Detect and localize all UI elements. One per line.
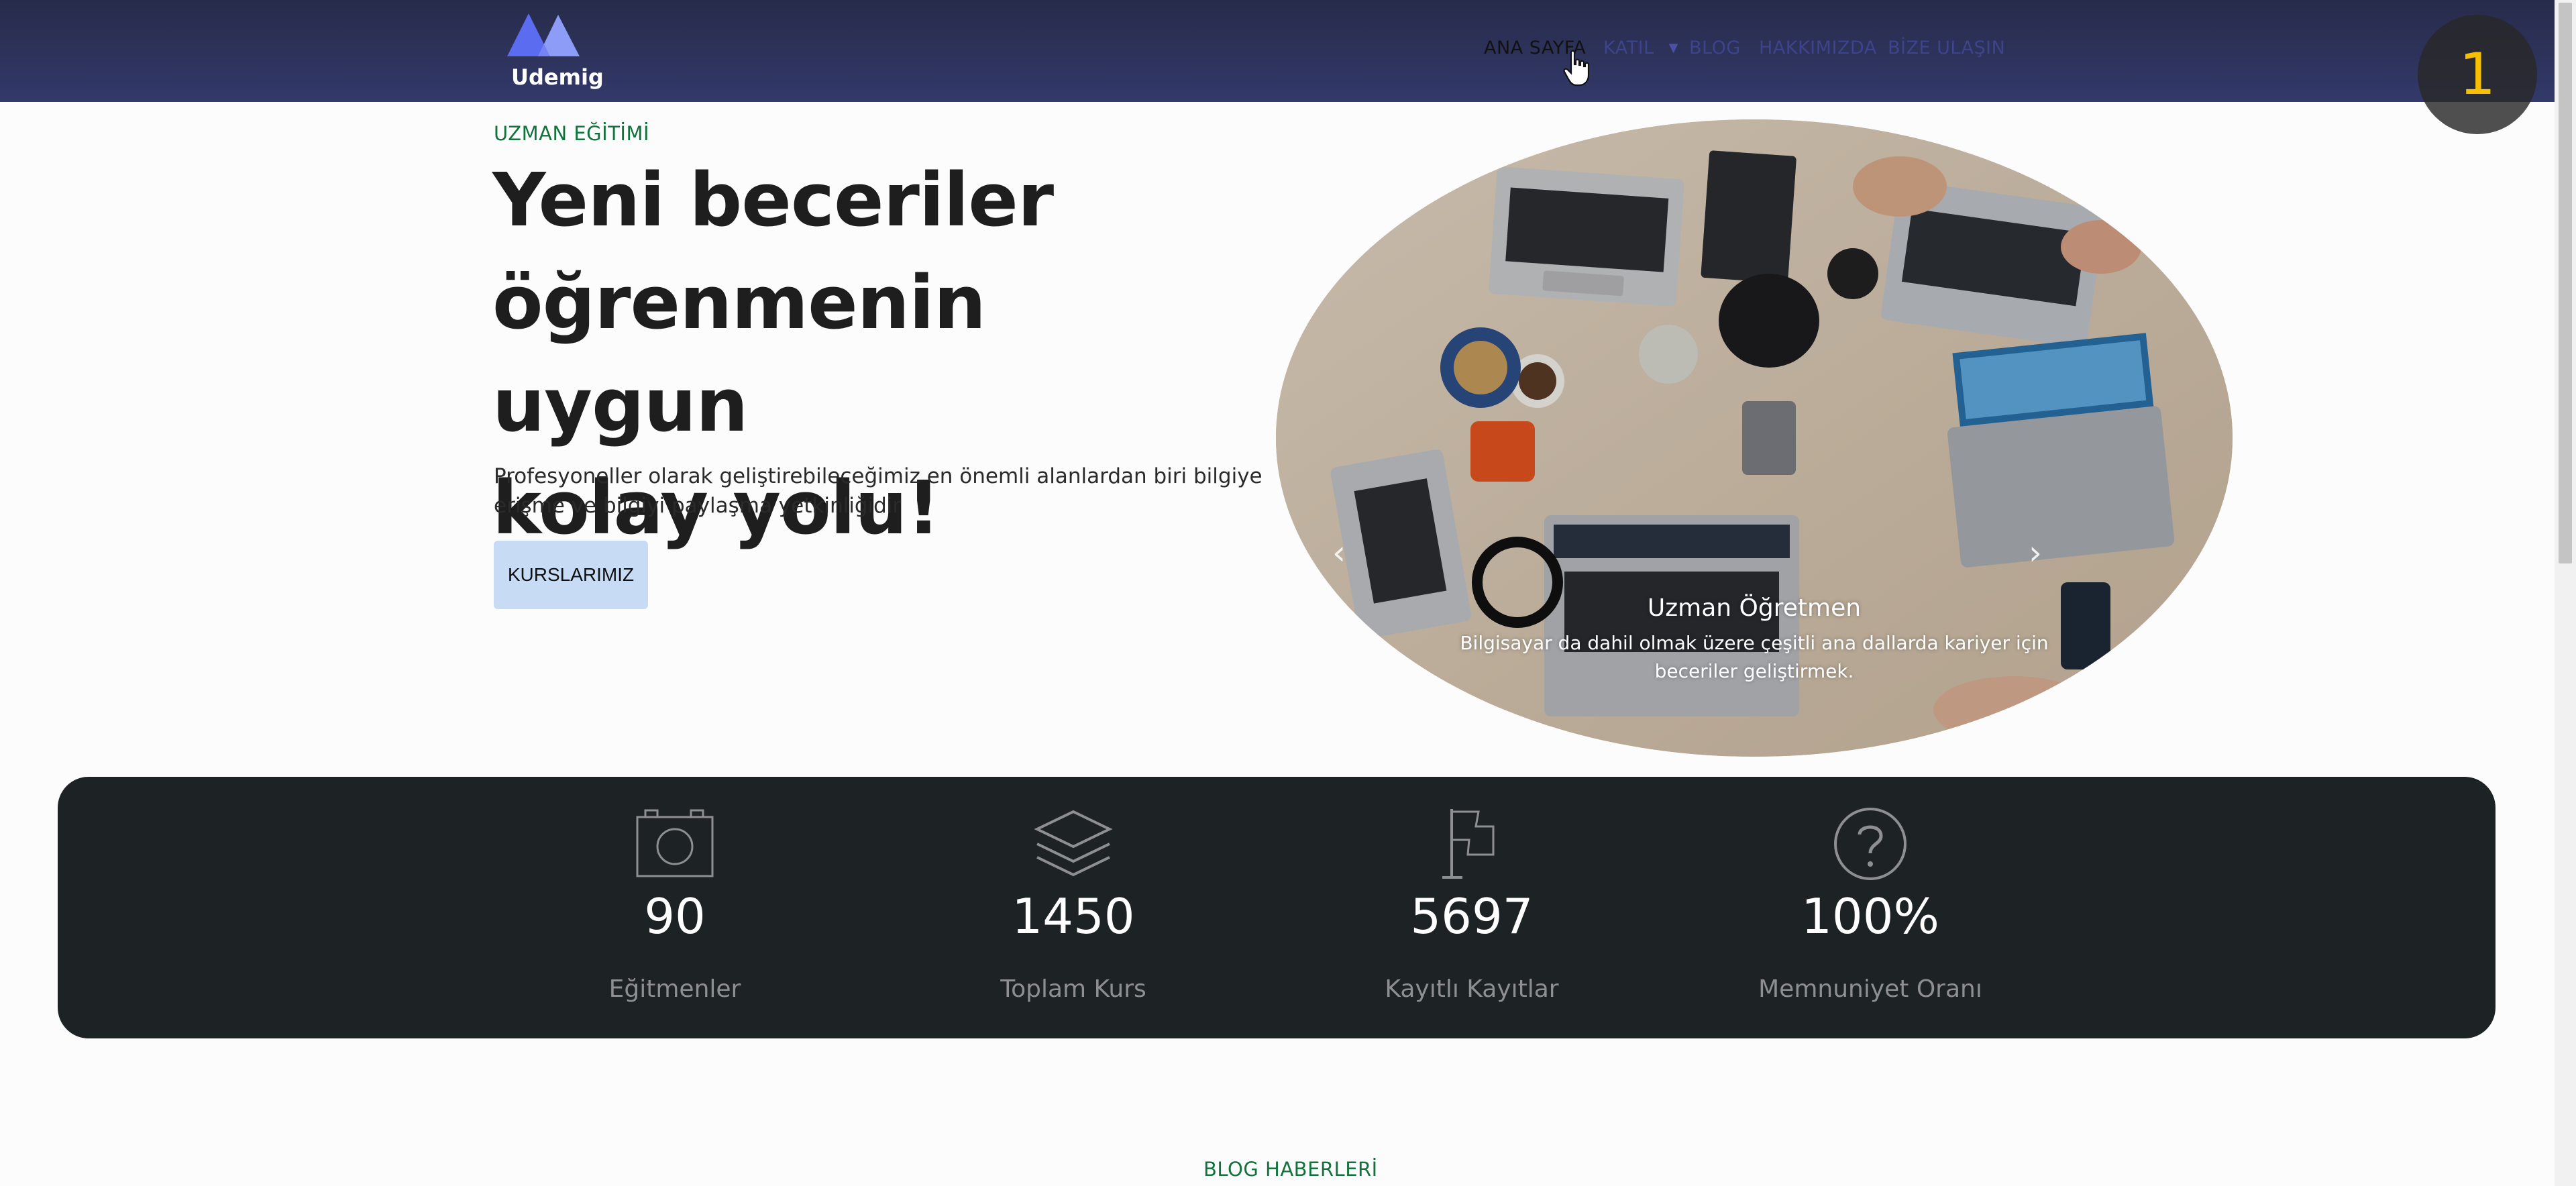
courses-button[interactable]: KURSLARIMIZ: [494, 541, 648, 609]
chevron-down-icon: ▼: [1668, 41, 1678, 55]
hand-cursor-icon: [1563, 50, 1590, 87]
scrollbar-thumb[interactable]: [2559, 3, 2572, 563]
brand-name: Udemig: [511, 64, 604, 90]
stat-enrollments: 5697 Kayıtlı Kayıtlar: [1331, 777, 1613, 1038]
layers-icon: [1034, 810, 1113, 877]
navbar: Udemig ANA SAYFA KATIL ▼ BLOG HAKKIMIZDA …: [0, 0, 2555, 102]
carousel-caption-title: Uzman Öğretmen: [1647, 594, 1862, 622]
hero-carousel: ‹ › Uzman Öğretmen Bilgisayar da dahil o…: [1276, 119, 2233, 757]
stats-section: 90 Eğitmenler 1450 Toplam Kurs 5697 Kayı…: [58, 777, 2496, 1038]
stat-label: Memnuniyet Oranı: [1758, 975, 1982, 1003]
carousel-prev-button[interactable]: ‹: [1323, 533, 1355, 573]
carousel-caption-text: Bilgisayar da dahil olmak üzere çeşitli …: [1460, 632, 2049, 682]
stat-label: Eğitmenler: [608, 975, 741, 1003]
nav-item-join[interactable]: KATIL ▼: [1603, 38, 1678, 58]
stat-total-courses: 1450 Toplam Kurs: [932, 777, 1214, 1038]
stat-value: 90: [644, 888, 706, 945]
hero-eyebrow: UZMAN EĞİTİMİ: [494, 122, 650, 145]
brand-logo[interactable]: Udemig: [507, 12, 604, 90]
carousel-next-button[interactable]: ›: [2019, 533, 2051, 573]
stat-value: 5697: [1410, 888, 1534, 945]
blog-section-eyebrow: BLOG HABERLERİ: [1203, 1158, 1378, 1181]
logo-mark-icon: [507, 13, 580, 56]
flag-icon: [1442, 809, 1495, 879]
stat-satisfaction: 100% Memnuniyet Oranı: [1729, 777, 2011, 1038]
hero-description: Profesyoneller olarak geliştirebileceğim…: [494, 464, 1263, 518]
stat-label: Kayıtlı Kayıtlar: [1385, 975, 1559, 1003]
camera-icon: [636, 809, 714, 877]
step-badge-number: 1: [2459, 41, 2496, 108]
stat-label: Toplam Kurs: [1000, 975, 1146, 1003]
nav-item-contact[interactable]: BİZE ULAŞIN: [1888, 38, 2005, 58]
question-circle-icon: [1834, 808, 1907, 880]
nav-item-about[interactable]: HAKKIMIZDA: [1759, 38, 1877, 58]
nav-item-blog[interactable]: BLOG: [1689, 38, 1741, 58]
stat-value: 100%: [1801, 888, 1939, 945]
stat-value: 1450: [1012, 888, 1135, 945]
nav-item-join-label: KATIL: [1603, 38, 1654, 58]
page-scrollbar[interactable]: [2555, 0, 2576, 1186]
hero-title-line-2: öğrenmenin uygun: [492, 260, 986, 448]
step-badge: 1: [2418, 15, 2537, 134]
hero-title-line-1: Yeni beceriler: [492, 157, 1054, 243]
stat-instructors: 90 Eğitmenler: [534, 777, 816, 1038]
